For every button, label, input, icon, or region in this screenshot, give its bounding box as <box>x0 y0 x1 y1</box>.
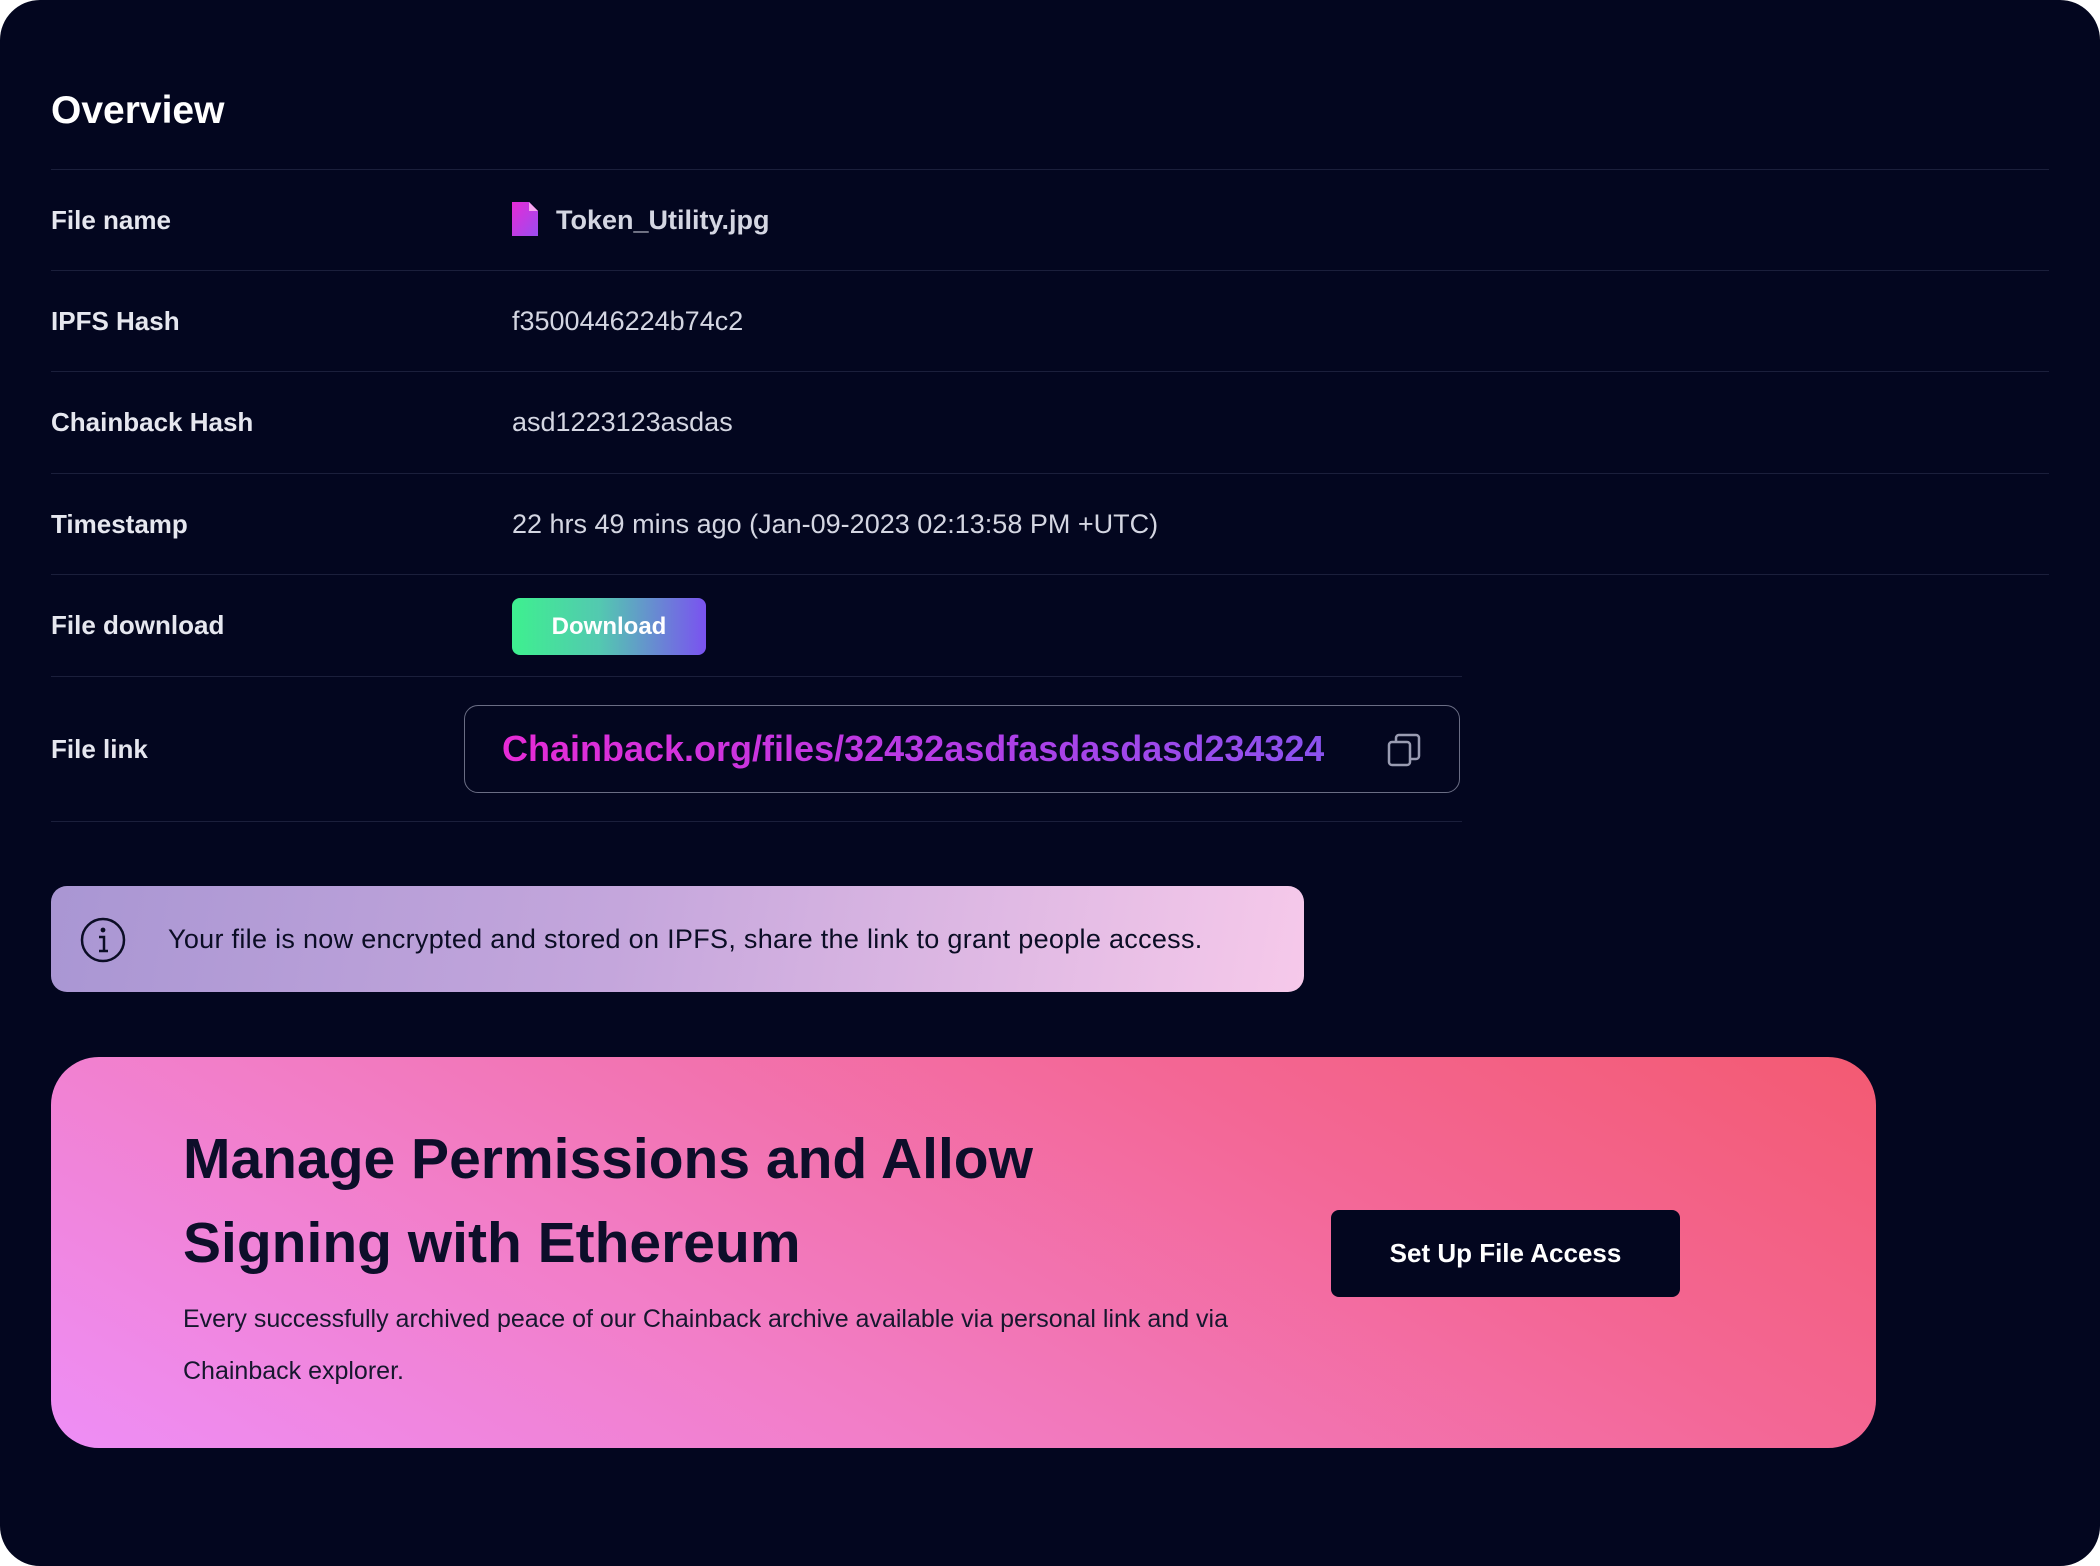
chainback-hash-value: asd1223123asdas <box>512 407 733 437</box>
file-download-label: File download <box>51 610 225 640</box>
file-name-label: File name <box>51 205 171 235</box>
info-banner-text: Your file is now encrypted and stored on… <box>168 924 1203 954</box>
row-ipfs-hash: IPFS Hash f3500446224b74c2 <box>51 270 2049 371</box>
promo-description: Every successfully archived peace of our… <box>183 1305 1228 1385</box>
file-name-text: Token_Utility.jpg <box>556 205 770 235</box>
file-link[interactable]: Chainback.org/files/32432asdfasdasdasd23… <box>502 706 1324 792</box>
info-banner: Your file is now encrypted and stored on… <box>51 886 1304 992</box>
permissions-promo: Manage Permissions and Allow Signing wit… <box>51 1057 1876 1448</box>
overview-panel: Overview File name Token_Utility.jpg IPF… <box>0 0 2100 1566</box>
row-timestamp: Timestamp 22 hrs 49 mins ago (Jan-09-202… <box>51 473 2049 574</box>
file-link-box: Chainback.org/files/32432asdfasdasdasd23… <box>464 705 1460 793</box>
ipfs-hash-label: IPFS Hash <box>51 306 180 336</box>
file-link-label: File link <box>51 734 148 764</box>
ipfs-hash-value: f3500446224b74c2 <box>512 306 744 336</box>
row-file-name: File name Token_Utility.jpg <box>51 169 2049 270</box>
row-file-download: File download Download <box>51 574 2049 675</box>
download-button[interactable]: Download <box>512 598 706 655</box>
timestamp-label: Timestamp <box>51 509 188 539</box>
file-name-value: Token_Utility.jpg <box>512 170 770 270</box>
timestamp-value: 22 hrs 49 mins ago (Jan-09-2023 02:13:58… <box>512 509 1159 539</box>
chainback-hash-label: Chainback Hash <box>51 407 254 437</box>
page-title: Overview <box>51 89 225 132</box>
info-icon <box>80 917 126 963</box>
row-file-link: File link Chainback.org/files/32432asdfa… <box>51 676 1462 822</box>
promo-heading: Manage Permissions and Allow Signing wit… <box>183 1127 1033 1275</box>
setup-file-access-button[interactable]: Set Up File Access <box>1331 1210 1680 1297</box>
copy-icon[interactable] <box>1386 732 1422 768</box>
row-chainback-hash: Chainback Hash asd1223123asdas <box>51 371 2049 472</box>
file-icon <box>512 201 538 236</box>
